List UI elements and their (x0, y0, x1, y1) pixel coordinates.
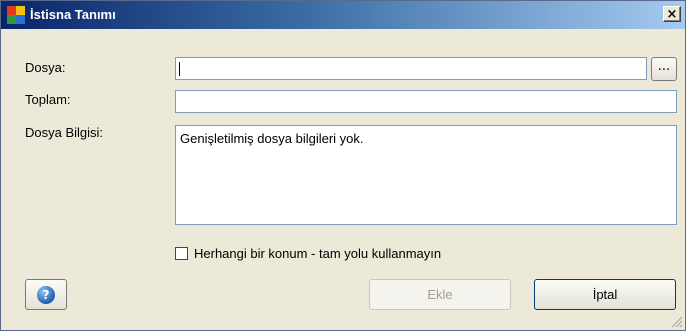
file-info-textarea[interactable]: Genişletilmiş dosya bilgileri yok. (175, 125, 677, 225)
any-location-checkbox[interactable] (175, 247, 188, 260)
file-info-text: Genişletilmiş dosya bilgileri yok. (180, 131, 364, 146)
add-button[interactable]: Ekle (369, 279, 511, 310)
exception-dialog: İstisna Tanımı × Dosya: ... Toplam: Dosy… (0, 0, 686, 331)
any-location-label[interactable]: Herhangi bir konum - tam yolu kullanmayı… (194, 246, 441, 261)
browse-button[interactable]: ... (651, 57, 677, 81)
help-button[interactable]: ? (25, 279, 67, 310)
file-path-input[interactable] (175, 57, 647, 80)
file-info-label: Dosya Bilgisi: (25, 125, 104, 140)
cancel-button[interactable]: İptal (534, 279, 676, 310)
window-title: İstisna Tanımı (30, 7, 116, 22)
checksum-label: Toplam: (25, 92, 71, 107)
file-label: Dosya: (25, 60, 66, 75)
text-caret (179, 62, 180, 76)
resize-grip-icon[interactable] (671, 316, 683, 328)
close-icon: × (666, 6, 678, 22)
ellipsis-icon: ... (657, 59, 671, 74)
app-icon (7, 6, 25, 24)
checksum-input[interactable] (175, 90, 677, 113)
title-bar[interactable]: İstisna Tanımı × (1, 1, 685, 29)
help-icon: ? (37, 285, 55, 304)
close-button[interactable]: × (663, 6, 681, 22)
